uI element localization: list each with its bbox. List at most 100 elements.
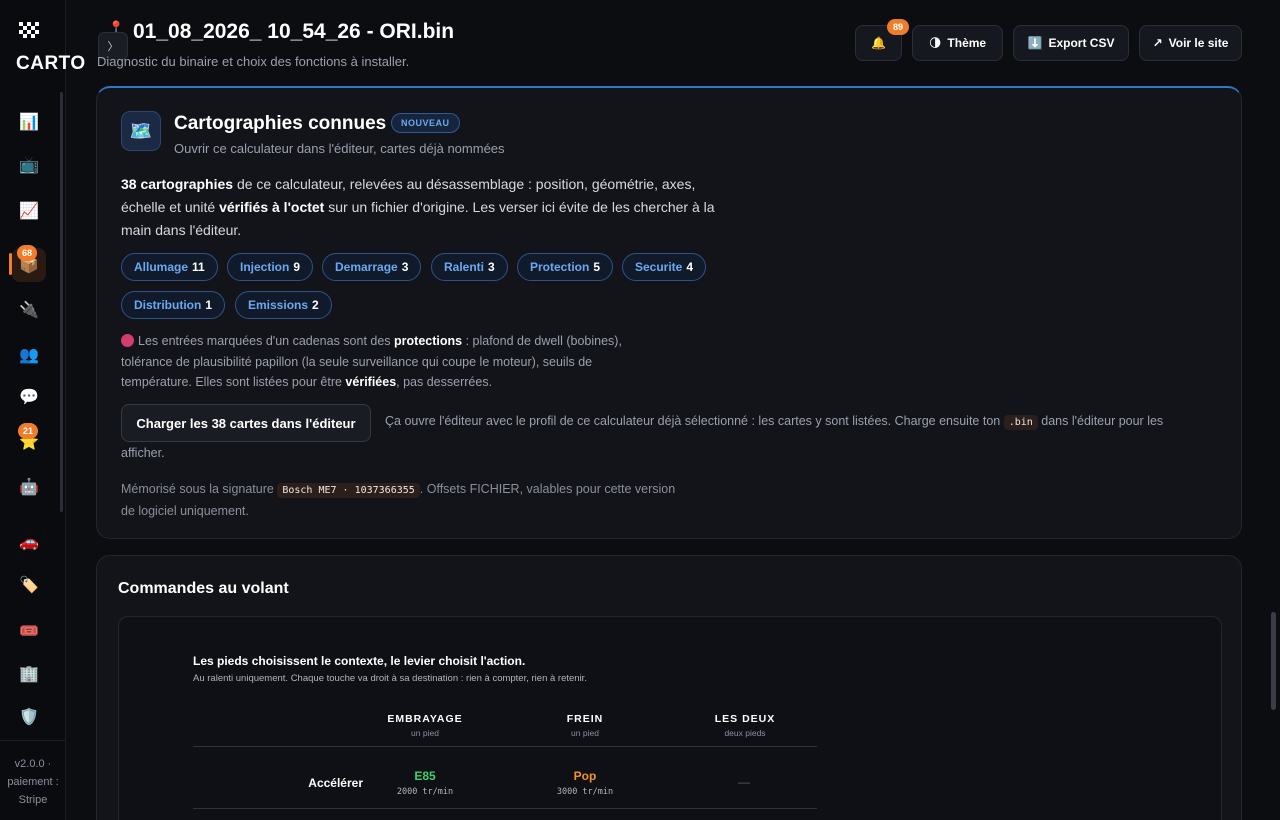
chat-icon: 💬 — [19, 389, 39, 406]
column-head: LES DEUX — [714, 713, 776, 725]
bell-icon: 🔔 — [871, 36, 886, 50]
cell-rpm: 2000 tr/min — [396, 787, 454, 797]
map-icon: 🗺️ — [121, 111, 161, 151]
chip-count: 5 — [593, 260, 601, 274]
cartographies-title: Cartographies connues — [174, 113, 387, 134]
cell-value: Pop — [573, 769, 597, 783]
chip-emissions[interactable]: Emissions 2 — [235, 291, 332, 319]
chip-demarrage[interactable]: Demarrage 3 — [322, 253, 422, 281]
row-label-accelerer: Accélérer — [308, 776, 363, 790]
warn-protections: protections — [394, 334, 463, 348]
chip-securite[interactable]: Securite 4 — [622, 253, 707, 281]
load-help-part: dans l'éditeur pour les — [1037, 414, 1164, 428]
chip-protection[interactable]: Protection 5 — [517, 253, 614, 281]
lock-indicator-icon — [121, 334, 134, 347]
row-divider — [193, 808, 817, 809]
app-logo[interactable]: CARTO — [16, 53, 86, 75]
steering-commands-title: Commandes au volant — [118, 580, 289, 597]
sidebar-item-trend[interactable]: 📈 — [12, 194, 46, 228]
trend-chart-icon: 📈 — [19, 203, 39, 220]
theme-button[interactable]: 🌗 Thème — [912, 25, 1003, 61]
sidebar-scrollbar[interactable] — [60, 92, 63, 512]
signature-memo: Mémorisé sous la signature Bosch ME7 · 1… — [121, 479, 681, 521]
desc-verified: vérifiés à l'octet — [219, 199, 325, 215]
page-scrollbar[interactable] — [1271, 612, 1276, 710]
sidebar-item-tv[interactable]: 📺 — [12, 148, 46, 182]
warn-text: , pas desserrées. — [396, 375, 493, 389]
steering-commands-card: Commandes au volant Les pieds choisissen… — [96, 555, 1242, 820]
chip-count: 1 — [205, 298, 213, 312]
chip-count: 3 — [488, 260, 495, 274]
sidebar-badge-package: 68 — [17, 245, 37, 261]
notifications-badge: 89 — [887, 19, 909, 35]
chip-label: Emissions — [248, 298, 309, 312]
cell-les-deux-accelerer: — — [738, 775, 750, 789]
column-head: FREIN — [566, 713, 604, 725]
chip-injection[interactable]: Injection 9 — [227, 253, 314, 281]
cell-embrayage-accelerer: E85 2000 tr/min — [355, 769, 495, 797]
load-help-continuation: afficher. — [121, 446, 165, 460]
sidebar-item-shield[interactable]: 🛡️ — [12, 700, 46, 734]
column-header-embrayage: EMBRAYAGE un pied — [355, 713, 495, 738]
chip-label: Protection — [530, 260, 590, 274]
cell-frein-accelerer: Pop 3000 tr/min — [515, 769, 655, 797]
sidebar-item-tag[interactable]: 🏷️ — [12, 568, 46, 602]
theme-label: Thème — [947, 36, 987, 50]
site-label: Voir le site — [1168, 36, 1229, 50]
tag-icon: 🏷️ — [19, 577, 39, 594]
sidebar-item-chat[interactable]: 💬 — [12, 380, 46, 414]
warn-text: Les entrées marquées d'un cadenas sont d… — [138, 334, 395, 348]
sidebar-item-ticket[interactable]: 🎟️ — [12, 614, 46, 648]
visit-site-button[interactable]: ↗ Voir le site — [1139, 25, 1242, 61]
commands-table-panel: Les pieds choisissent le contexte, le le… — [118, 616, 1222, 820]
chip-count: 9 — [293, 260, 301, 274]
chip-label: Injection — [240, 260, 290, 274]
version-footer: v2.0.0 · paiement : Stripe — [0, 740, 66, 809]
sidebar-item-users[interactable]: 👥 — [12, 338, 46, 372]
chip-count: 3 — [401, 260, 409, 274]
column-sub: un pied — [411, 728, 439, 738]
chip-allumage[interactable]: Allumage 11 — [121, 253, 218, 281]
cartographies-card: 🗺️ Cartographies connues NOUVEAU Ouvrir … — [96, 86, 1242, 539]
download-icon: ⬇️ — [1027, 36, 1043, 50]
bar-chart-icon: 📊 — [19, 114, 39, 131]
commands-intro-subtitle: Au ralenti uniquement. Chaque touche va … — [193, 673, 587, 684]
page-subtitle: Diagnostic du binaire et choix des fonct… — [97, 54, 410, 69]
sidebar: CARTO 📊 📺 📈 📦 68 🔌 👥 💬 ⭐ 21 🤖 🚗 🏷️ 🎟️ 🏢 … — [0, 0, 85, 820]
new-badge: NOUVEAU — [391, 113, 460, 133]
load-maps-button[interactable]: Charger les 38 cartes dans l'éditeur — [121, 404, 371, 442]
theme-icon: 🌗 — [928, 36, 942, 50]
column-head: EMBRAYAGE — [387, 713, 463, 725]
column-sub: un pied — [571, 728, 599, 738]
external-link-icon: ↗ — [1152, 36, 1163, 50]
cartographies-description: 38 cartographies de ce calculateur, rele… — [121, 173, 731, 242]
building-icon: 🏢 — [19, 666, 39, 683]
signature-code: Bosch ME7 · 1037366355 — [277, 483, 420, 498]
load-help-part: Ça ouvre l'éditeur avec le profil de ce … — [385, 414, 1004, 428]
sidebar-item-robot[interactable]: 🤖 — [12, 470, 46, 504]
load-help-text: Ça ouvre l'éditeur avec le profil de ce … — [385, 414, 1225, 430]
warn-verifiees: vérifiées — [345, 375, 397, 389]
chip-label: Demarrage — [335, 260, 398, 274]
protections-notice: Les entrées marquées d'un cadenas sont d… — [121, 331, 661, 393]
sidebar-item-car[interactable]: 🚗 — [12, 525, 46, 559]
chip-count: 2 — [312, 298, 319, 312]
sidebar-item-plug[interactable]: 🔌 — [12, 293, 46, 327]
chip-label: Distribution — [134, 298, 202, 312]
users-icon: 👥 — [19, 347, 39, 364]
chip-count: 4 — [686, 260, 694, 274]
sidebar-item-dashboard[interactable]: 📊 — [12, 105, 46, 139]
commands-intro-title: Les pieds choisissent le contexte, le le… — [193, 654, 526, 668]
bin-code: .bin — [1003, 415, 1038, 430]
chip-ralenti[interactable]: Ralenti 3 — [431, 253, 508, 281]
desc-count: 38 cartographies — [121, 176, 234, 192]
chip-label: Allumage — [134, 260, 189, 274]
robot-icon: 🤖 — [19, 479, 39, 496]
table-header-divider — [193, 746, 817, 747]
export-csv-button[interactable]: ⬇️ Export CSV — [1013, 25, 1129, 61]
ticket-icon: 🎟️ — [19, 623, 39, 640]
sidebar-item-building[interactable]: 🏢 — [12, 657, 46, 691]
column-header-frein: FREIN un pied — [515, 713, 655, 738]
chip-distribution[interactable]: Distribution 1 — [121, 291, 226, 319]
column-sub: deux pieds — [724, 728, 766, 738]
